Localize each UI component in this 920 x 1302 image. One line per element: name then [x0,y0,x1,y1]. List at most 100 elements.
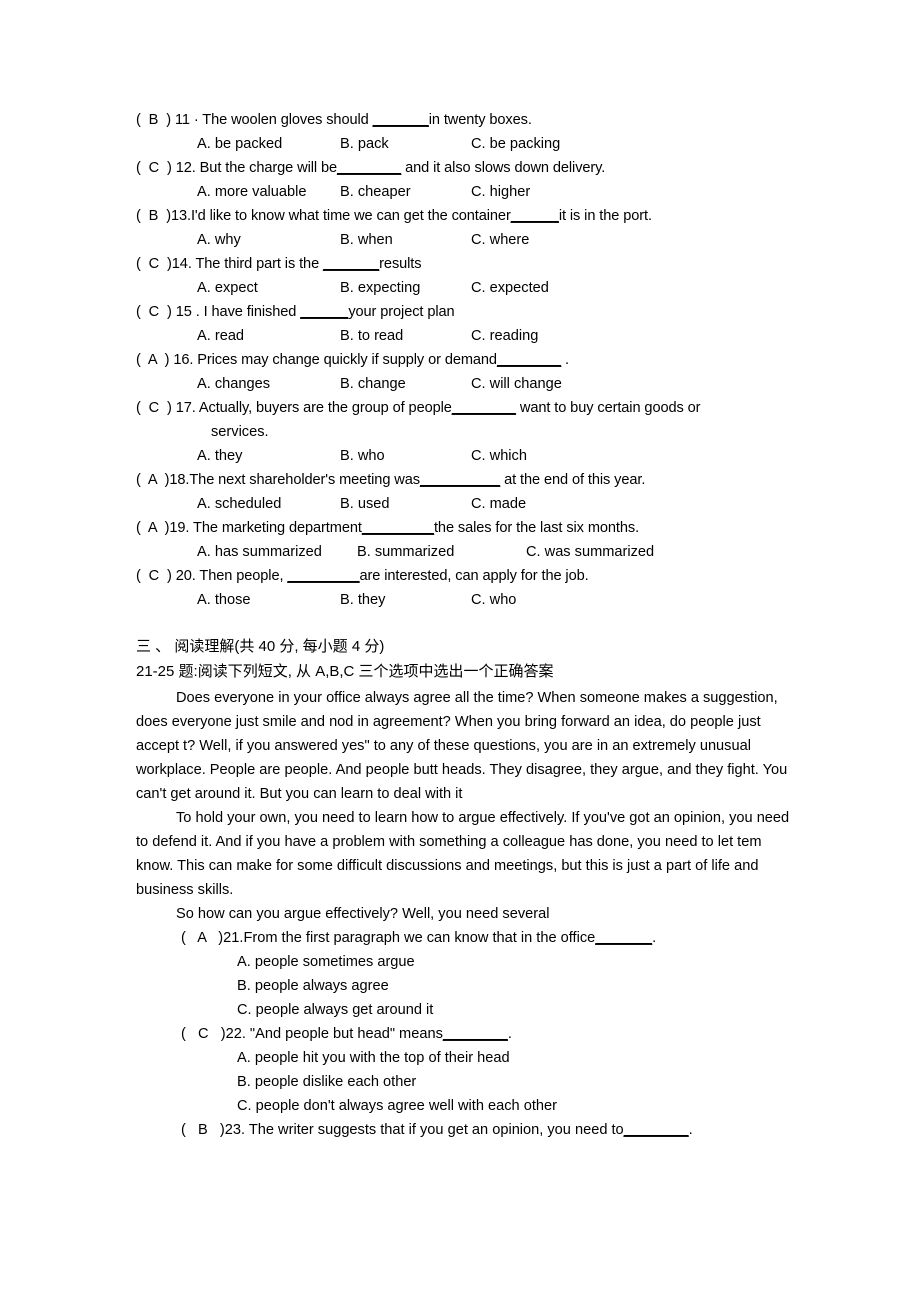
question-stem-tail: . [561,352,570,368]
answer-mark: ( C ) [136,160,176,176]
option-row: A. read B. to read C. reading [136,324,836,348]
option-b: B. who [340,448,385,464]
question-stem: 13.I'd like to know what time we can get… [170,208,511,224]
answer-mark: ( A ) [181,930,224,946]
question-stem-continuation: services. [211,424,269,440]
option-a: A. changes [197,376,271,392]
reading-question-row: ( C )22. "And people but head" means____… [136,1022,836,1046]
option-a: A. has summarized [197,544,322,560]
option-b: B. they [340,592,386,608]
option-a: A. read [197,328,245,344]
option-b: B. used [340,496,390,512]
question-stem-tail: . [688,1122,693,1138]
option-b: B. cheaper [340,184,411,200]
option-a: A. those [197,592,251,608]
option-b: B. to read [340,328,404,344]
option-b: B. change [340,376,406,392]
answer-mark: ( B ) [136,208,171,224]
question-row: ( A )19. The marketing department_______… [136,516,836,540]
option-row: A. why B. when C. where [136,228,836,252]
question-stem: 22. "And people but head" means [225,1026,443,1042]
passage-paragraph: To hold your own, you need to learn how … [136,810,790,898]
answer-blank: ______ [300,304,349,320]
question-stem: 20. Then people, [175,568,288,584]
question-stem-tail: in twenty boxes. [428,112,532,128]
question-row: ( C ) 12. But the charge will be________… [136,156,836,180]
option-c: C. be packing [471,136,561,152]
option-c: C. where [471,232,530,248]
option-row: A. those B. they C. who [136,588,836,612]
passage-paragraph: Does everyone in your office always agre… [136,690,788,802]
option-c: C. was summarized [526,544,655,560]
option-row: A. scheduled B. used C. made [136,492,836,516]
answer-blank: ________ [451,400,516,416]
reading-question-row: ( A )21.From the first paragraph we can … [136,926,836,950]
question-stem: 19. The marketing department [169,520,362,536]
question-stem: 17. Actually, buyers are the group of pe… [175,400,452,416]
passage-paragraph: So how can you argue effectively? Well, … [176,906,550,922]
answer-blank: __________ [419,472,501,488]
question-stem: 18.The next shareholder's meeting was [169,472,420,488]
question-stem: 21.From the first paragraph we can know … [223,930,596,946]
answer-blank: _________ [287,568,360,584]
option-b: B. expecting [340,280,421,296]
answer-mark: ( B ) [136,112,175,128]
option-b: B. people always agree [237,978,389,994]
document-content: ( B ) 11 · The woolen gloves should ____… [136,108,836,1142]
option-row: A. changes B. change C. will change [136,372,836,396]
question-stem: 23. The writer suggests that if you get … [224,1122,624,1138]
question-stem-tail: . [652,930,657,946]
answer-mark: ( A ) [136,472,170,488]
answer-mark: ( C ) [136,400,176,416]
option-c: C. expected [471,280,549,296]
option-b: B. people dislike each other [237,1074,417,1090]
question-row: ( A )18.The next shareholder's meeting w… [136,468,836,492]
option-b: B. when [340,232,393,248]
answer-blank: _______ [323,256,380,272]
question-stem-tail: are interested, can apply for the job. [359,568,589,584]
answer-blank: _________ [361,520,434,536]
option-a: A. they [197,448,243,464]
option-c: C. will change [471,376,562,392]
option-a: A. scheduled [197,496,282,512]
question-stem-tail: the sales for the last six months. [433,520,640,536]
question-row: ( C ) 20. Then people, _________are inte… [136,564,836,588]
section-subheading: 21-25 题:阅读下列短文, 从 A,B,C 三个选项中选出一个正确答案 [136,663,554,680]
option-c: C. who [471,592,517,608]
question-stem-tail: your project plan [348,304,455,320]
option-a: A. people sometimes argue [237,954,415,970]
option-b: B. pack [340,136,389,152]
option-row: A. they B. who C. which [136,444,836,468]
question-row: ( A ) 16. Prices may change quickly if s… [136,348,836,372]
option-a: A. people hit you with the top of their … [237,1050,510,1066]
reading-question-row: ( B )23. The writer suggests that if you… [136,1118,836,1142]
answer-blank: ________ [623,1122,689,1138]
answer-blank: _______ [595,930,653,946]
answer-blank: ________ [496,352,562,368]
option-row: A. has summarized B. summarized C. was sum… [136,540,836,564]
option-b: B. summarized [357,544,455,560]
question-stem-tail: it is in the port. [558,208,652,224]
option-a: A. be packed [197,136,283,152]
question-stem: 15 . I have finished [175,304,301,320]
option-c: C. which [471,448,527,464]
answer-blank: ________ [442,1026,508,1042]
option-c: C. reading [471,328,539,344]
question-stem: 11 · The woolen gloves should [174,112,373,128]
question-row: ( C )14. The third part is the _______re… [136,252,836,276]
question-stem-tail: and it also slows down delivery. [401,160,606,176]
question-stem: 14. The third part is the [171,256,324,272]
option-c: C. made [471,496,527,512]
question-row: ( B ) 11 · The woolen gloves should ____… [136,108,836,132]
answer-mark: ( C ) [136,304,176,320]
grammar-section: ( B ) 11 · The woolen gloves should ____… [136,108,836,612]
question-stem-tail: want to buy certain goods or [515,400,701,416]
option-a: A. more valuable [197,184,307,200]
answer-mark: ( A ) [136,352,174,368]
answer-mark: ( B ) [181,1122,225,1138]
answer-mark: ( C ) [136,256,172,272]
question-stem: 16. Prices may change quickly if supply … [173,352,497,368]
option-a: A. expect [197,280,258,296]
question-stem-tail: results [379,256,422,272]
question-row: ( C ) 17. Actually, buyers are the group… [136,396,836,420]
